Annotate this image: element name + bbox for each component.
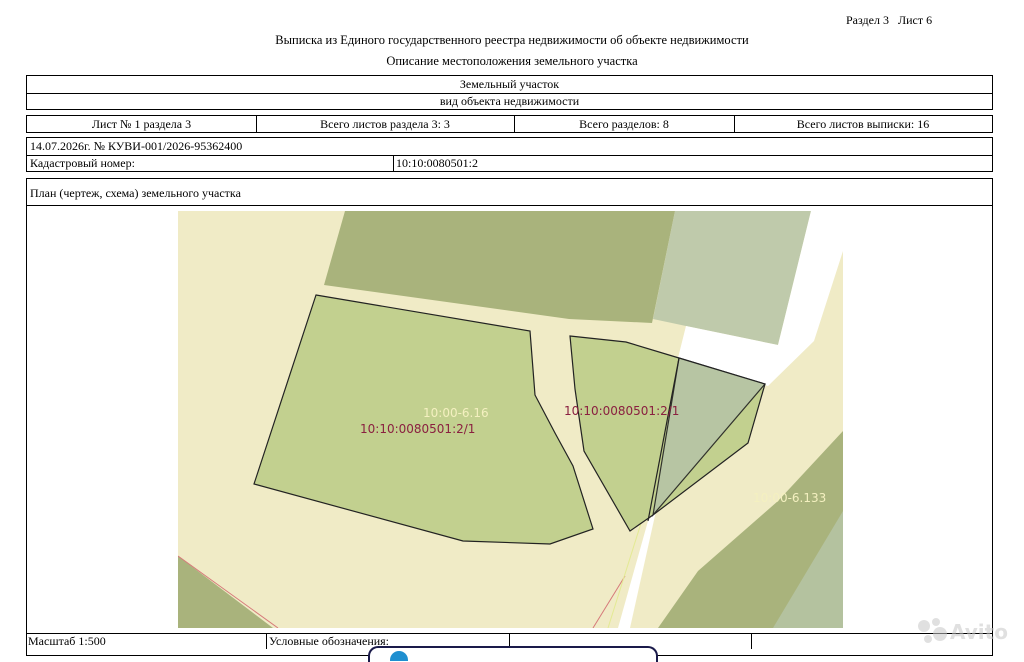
map-scale: Масштаб 1:500	[28, 634, 106, 648]
section-sheet-label: Раздел 3 Лист 6	[846, 13, 933, 27]
extract-sheets-total: Всего листов выписки: 16	[796, 117, 930, 131]
label-parcel-main: 10:10:0080501:2/1	[360, 422, 475, 436]
land-plot-map: 10:00-6.16 10:10:0080501:2/1 10:10:00805…	[178, 211, 843, 628]
record-box: 14.07.2026г. № КУВИ-001/2026-95362400 Ка…	[26, 137, 993, 172]
avito-watermark-icon: Avito	[918, 618, 1008, 644]
date-number: 14.07.2026г. № КУВИ-001/2026-95362400	[30, 139, 243, 153]
cadastral-value: 10:10:0080501:2	[396, 156, 479, 170]
document-title: Выписка из Единого государственного реес…	[275, 33, 749, 47]
label-zone-main: 10:00-6.16	[423, 406, 489, 420]
object-type-box: Земельный участок вид объекта недвижимос…	[26, 75, 993, 110]
plan-title: План (чертеж, схема) земельного участка	[30, 186, 241, 200]
legend-title: Условные обозначения:	[269, 634, 390, 648]
object-type: Земельный участок	[459, 77, 560, 91]
sheet-number: Лист № 1 раздела 3	[91, 117, 192, 131]
watermark-text: Avito	[950, 620, 1008, 644]
section-sheets-total: Всего листов раздела 3: 3	[320, 117, 450, 131]
label-zone-right: 10:00-6.133	[753, 491, 826, 505]
object-type-caption: вид объекта недвижимости	[439, 94, 580, 108]
document-subtitle: Описание местоположения земельного участ…	[386, 54, 638, 68]
overlay-frame	[368, 646, 658, 662]
cadastral-label: Кадастровый номер:	[30, 156, 135, 170]
label-parcel-right: 10:10:0080501:2/1	[564, 404, 679, 418]
sections-total: Всего разделов: 8	[579, 117, 669, 131]
sheet-info-row: Лист № 1 раздела 3 Всего листов раздела …	[26, 115, 993, 133]
